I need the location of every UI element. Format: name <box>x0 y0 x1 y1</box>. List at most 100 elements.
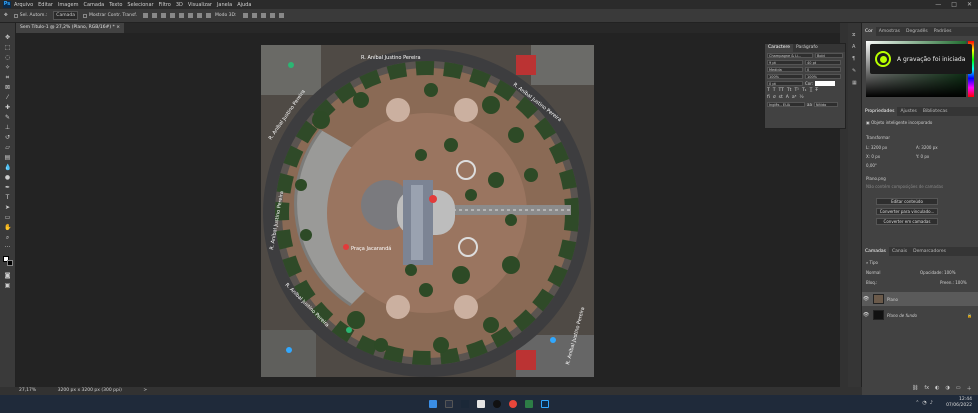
rectangle-tool-icon[interactable]: ▭ <box>4 215 11 221</box>
auto-select-dropdown[interactable]: Camada <box>53 11 78 20</box>
blend-mode-select[interactable]: Normal <box>866 270 880 275</box>
layer-name[interactable]: Plano <box>887 297 898 302</box>
move-tool-icon[interactable]: ✥ <box>4 35 11 41</box>
auto-select-checkbox[interactable] <box>13 13 18 18</box>
language-select[interactable]: Inglês - EUA <box>767 102 805 107</box>
layer-filter-select[interactable]: Tipo <box>870 260 878 265</box>
tab-caractere[interactable]: Caractere <box>765 44 794 52</box>
y-field[interactable]: 0 px <box>921 154 930 159</box>
lasso-tool-icon[interactable]: ◌ <box>4 55 11 61</box>
new-group-icon[interactable]: ▭ <box>956 385 961 392</box>
tab-ajustes[interactable]: Ajustes <box>897 107 919 116</box>
align-top-icon[interactable] <box>169 13 175 18</box>
ordinal-icon[interactable]: aᵃ <box>792 95 797 100</box>
align-bottom-icon[interactable] <box>187 13 193 18</box>
faux-italic-icon[interactable]: T <box>773 88 776 93</box>
scale-3d-icon[interactable] <box>278 13 284 18</box>
photoshop-taskbar-icon[interactable] <box>541 400 549 408</box>
character-panel-icon[interactable]: A <box>852 45 858 50</box>
slide-3d-icon[interactable] <box>269 13 275 18</box>
swash-icon[interactable]: st <box>779 95 783 100</box>
chrome-icon[interactable] <box>509 400 517 408</box>
small-caps-icon[interactable]: Tt <box>787 88 792 93</box>
edit-contents-button[interactable]: Editar conteúdo <box>876 198 938 205</box>
swatches-panel-icon[interactable]: ▦ <box>852 81 858 86</box>
tab-camadas[interactable]: Camadas <box>862 247 889 256</box>
history-brush-icon[interactable]: ↺ <box>4 135 11 141</box>
ligature-icon[interactable]: fi <box>767 95 770 100</box>
zoom-tool-icon[interactable]: ⌕ <box>4 235 11 241</box>
menu-camada[interactable]: Camada <box>83 2 104 8</box>
faux-bold-icon[interactable]: T <box>767 88 770 93</box>
width-field[interactable]: 3200 px <box>871 145 887 150</box>
move-tool-icon[interactable]: ✥ <box>4 13 8 18</box>
paragraph-panel-icon[interactable]: ¶ <box>852 57 858 62</box>
minimize-button[interactable]: — <box>935 1 941 8</box>
titling-icon[interactable]: A <box>786 95 789 100</box>
eyedropper-icon[interactable]: ⁄ <box>4 95 11 101</box>
underline-icon[interactable]: T̲ <box>810 88 813 93</box>
layer-row[interactable]: 👁 Plano <box>862 292 978 306</box>
tab-amostras[interactable]: Amostras <box>876 27 903 36</box>
dodge-tool-icon[interactable]: ● <box>4 175 11 181</box>
fraction-icon[interactable]: ½ <box>799 95 803 100</box>
maximize-button[interactable]: □ <box>951 1 957 8</box>
menu-visualizar[interactable]: Visualizar <box>188 2 212 8</box>
layer-name[interactable]: Plano de fundo <box>887 313 917 318</box>
explorer-icon[interactable] <box>477 400 485 408</box>
pen-tool-icon[interactable]: ✒ <box>4 185 11 191</box>
opacity-field[interactable]: 100% <box>944 270 955 275</box>
layer-comp-select[interactable]: Não contém composições de camadas <box>866 184 943 189</box>
task-view-icon[interactable] <box>445 400 453 408</box>
subscript-icon[interactable]: T₁ <box>802 88 807 93</box>
menu-arquivo[interactable]: Arquivo <box>14 2 33 8</box>
blur-tool-icon[interactable]: 💧 <box>4 165 11 171</box>
antialias-select[interactable]: Nítido <box>813 102 838 107</box>
status-arrow[interactable]: > <box>143 388 147 393</box>
tab-cor[interactable]: Cor <box>862 27 876 36</box>
clone-stamp-icon[interactable]: ⊥ <box>4 125 11 131</box>
screen-mode-icon[interactable]: ▣ <box>4 283 11 289</box>
tab-bibliotecas[interactable]: Bibliotecas <box>920 107 951 116</box>
tracking-field[interactable]: 0 <box>805 67 841 72</box>
type-tool-icon[interactable]: T <box>4 195 11 201</box>
leading-field[interactable]: 40 pt <box>805 60 841 65</box>
menu-filtro[interactable]: Filtro <box>159 2 171 8</box>
strikethrough-icon[interactable]: T̶ <box>815 88 818 93</box>
eraser-tool-icon[interactable]: ▱ <box>4 145 11 151</box>
x-field[interactable]: 0 px <box>871 154 880 159</box>
align-middle-icon[interactable] <box>178 13 184 18</box>
start-icon[interactable] <box>429 400 437 408</box>
hand-tool-icon[interactable]: ✋ <box>4 225 11 231</box>
show-transform-checkbox[interactable] <box>82 13 87 18</box>
add-mask-icon[interactable]: ◐ <box>935 385 939 392</box>
roll-3d-icon[interactable] <box>251 13 257 18</box>
menu-selecionar[interactable]: Selecionar <box>127 2 153 8</box>
frame-tool-icon[interactable]: ⊠ <box>4 85 11 91</box>
gradient-tool-icon[interactable]: ▤ <box>4 155 11 161</box>
quick-mask-icon[interactable]: ◙ <box>4 273 11 279</box>
font-family-select[interactable]: Champagne & Li... <box>767 53 813 58</box>
link-layers-icon[interactable]: ⛓ <box>912 385 918 392</box>
orbit-3d-icon[interactable] <box>242 13 248 18</box>
visibility-eye-icon[interactable]: 👁 <box>862 296 870 302</box>
tab-demarcadores[interactable]: Demarcadores <box>910 247 949 256</box>
tray-arrow-icon[interactable]: ⌃ <box>915 400 919 406</box>
layer-row[interactable]: 👁 Plano de fundo 🔒 <box>862 308 978 322</box>
menu-imagem[interactable]: Imagem <box>58 2 79 8</box>
menu-editar[interactable]: Editar <box>38 2 53 8</box>
menu-texto[interactable]: Texto <box>109 2 122 8</box>
convert-to-linked-button[interactable]: Converter para vinculado... <box>876 208 938 215</box>
adjustment-layer-icon[interactable]: ◑ <box>945 385 949 392</box>
tab-canais[interactable]: Canais <box>889 247 910 256</box>
all-caps-icon[interactable]: TT <box>779 88 784 93</box>
new-layer-icon[interactable]: ＋ <box>967 385 972 392</box>
oldstyle-icon[interactable]: ơ <box>773 95 776 100</box>
tab-close-icon[interactable]: × <box>116 25 120 30</box>
superscript-icon[interactable]: T¹ <box>794 88 799 93</box>
network-icon[interactable]: ◔ <box>922 400 926 406</box>
fx-icon[interactable]: fx <box>924 385 929 392</box>
system-clock[interactable]: 12:44 07/06/2022 <box>946 397 972 409</box>
menu-3d[interactable]: 3D <box>176 2 183 8</box>
marquee-tool-icon[interactable]: ⬚ <box>4 45 11 51</box>
